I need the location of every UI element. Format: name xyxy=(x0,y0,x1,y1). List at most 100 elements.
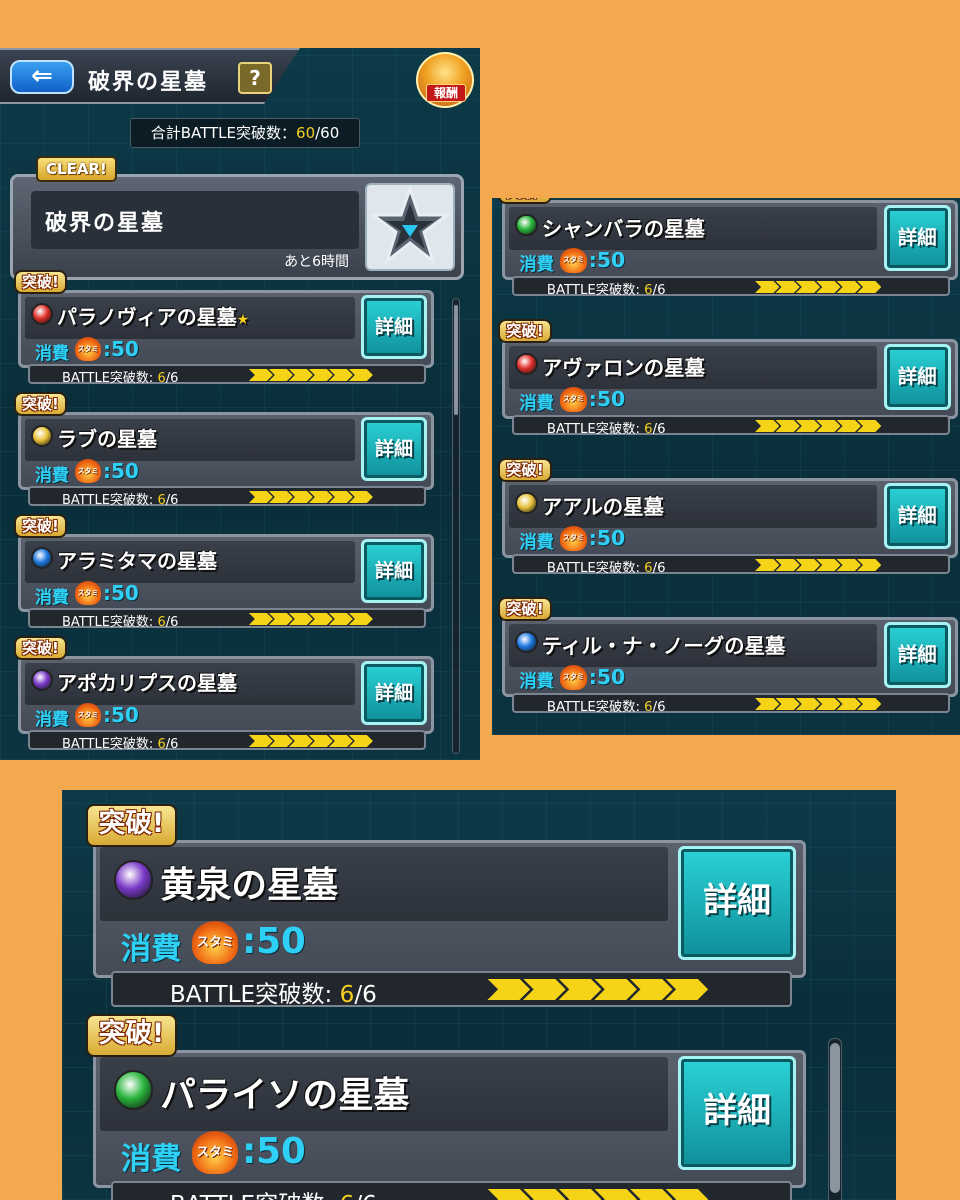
fire-element-icon xyxy=(31,303,53,325)
stage-card[interactable]: 突破! シャンバラの星墓 消費 スタミナ :50 詳細 BATTLE突破数: 6… xyxy=(498,198,958,298)
screenshot-panel-bottom: 突破! 黄泉の星墓 消費 スタミナ :50 詳細 BATTLE突破数: 6/6 … xyxy=(62,790,896,1200)
breakthrough-badge: 突破! xyxy=(498,198,552,205)
progress-arrows xyxy=(248,613,373,625)
progress-arrows xyxy=(487,1188,709,1200)
battle-count: BATTLE突破数: 6/6 xyxy=(547,557,666,576)
battle-count: BATTLE突破数: 6/6 xyxy=(547,418,666,437)
stamina-icon: スタミナ xyxy=(560,526,587,567)
detail-button[interactable]: 詳細 xyxy=(361,539,427,603)
stamina-icon: スタミナ xyxy=(75,337,101,377)
battle-count-done: 6 xyxy=(157,737,166,752)
wood-element-icon xyxy=(515,213,538,237)
fire-element-icon xyxy=(515,352,538,376)
progress-arrow xyxy=(248,369,273,381)
battle-count-label: BATTLE突破数: xyxy=(62,493,154,508)
battle-count-total: /6 xyxy=(165,493,179,508)
stage-name-text: ティル・ナ・ノーグの星墓 xyxy=(541,633,786,658)
battle-count: BATTLE突破数: 6/6 xyxy=(62,733,178,752)
time-remaining: あと6時間 xyxy=(284,254,349,270)
progress-arrows xyxy=(248,369,373,381)
scrollbar[interactable] xyxy=(452,298,460,754)
detail-button[interactable]: 詳細 xyxy=(883,483,951,549)
stage-card-body: シャンバラの星墓 消費 スタミナ :50 詳細 xyxy=(502,200,958,289)
progress-arrow xyxy=(522,1188,566,1200)
stage-card[interactable]: 突破! ラブの星墓 消費 スタミナ :50 詳細 BATTLE突破数: 6/6 xyxy=(14,392,434,508)
stage-name-text: パラノヴィアの星墓 xyxy=(57,305,237,329)
stamina-icon: スタミナ xyxy=(560,665,587,706)
battle-count: BATTLE突破数: 6/6 xyxy=(170,975,377,1009)
breakthrough-badge: 突破! xyxy=(14,514,67,538)
stamina-cost: :50 xyxy=(103,337,139,361)
battle-count-done: 6 xyxy=(157,493,166,508)
battle-count-label: BATTLE突破数: xyxy=(546,282,640,298)
battle-count: BATTLE突破数: 6/6 xyxy=(547,279,666,298)
stage-card[interactable]: 突破! パラノヴィアの星墓★ 消費 スタミナ :50 詳細 BATTLE突破数:… xyxy=(14,270,434,386)
stage-card[interactable]: 突破! ティル・ナ・ノーグの星墓 消費 スタミナ :50 詳細 BATTLE突破… xyxy=(498,597,958,715)
battle-progress-bar: BATTLE突破数: 6/6 xyxy=(28,608,426,630)
wood-element-icon xyxy=(113,1070,154,1110)
battle-count-done: 6 xyxy=(644,699,653,715)
detail-button[interactable]: 詳細 xyxy=(361,661,427,725)
stage-card-body: アアルの星墓 消費 スタミナ :50 詳細 xyxy=(502,478,958,567)
battle-count-label: BATTLE突破数: xyxy=(62,615,154,630)
progress-arrow xyxy=(754,280,780,294)
scrollbar-thumb[interactable] xyxy=(454,305,458,415)
detail-button[interactable]: 詳細 xyxy=(361,295,427,359)
stage-card-body: 黄泉の星墓 消費 スタミナ :50 詳細 xyxy=(93,839,806,992)
stage-name: アアルの星墓 xyxy=(542,490,664,520)
detail-button[interactable]: 詳細 xyxy=(883,344,951,410)
clear-badge: CLEAR! xyxy=(36,156,117,182)
progress-arrow xyxy=(487,978,531,1000)
stage-name-text: アヴァロンの星墓 xyxy=(541,355,705,380)
breakthrough-badge: 突破! xyxy=(14,270,67,294)
reward-button[interactable]: 報酬 xyxy=(416,52,474,108)
stage-card-body: ティル・ナ・ノーグの星墓 消費 スタミナ :50 詳細 xyxy=(502,617,958,706)
stage-card[interactable]: 突破! アアルの星墓 消費 スタミナ :50 詳細 BATTLE突破数: 6/6 xyxy=(498,458,958,576)
total-battle-count: 合計BATTLE突破数：60/60 xyxy=(130,118,360,148)
progress-arrow xyxy=(665,1188,709,1200)
total-label: 合計BATTLE突破数： xyxy=(150,124,297,142)
back-button[interactable]: ⇐ xyxy=(10,60,74,94)
cleared-stage-card[interactable]: 破界の星墓 あと6時間 xyxy=(10,174,464,280)
stage-name-text: アアルの星墓 xyxy=(541,494,664,519)
breakthrough-badge: 突破! xyxy=(498,597,552,622)
stage-card[interactable]: 突破! パライソの星墓 消費 スタミナ :50 詳細 BATTLE突破数: 6/… xyxy=(86,1014,806,1200)
screenshot-panel-left: ⇐ 破界の星墓 ? 報酬 合計BATTLE突破数：60/60 破界の星墓 あと6… xyxy=(0,48,480,760)
header-bar: ⇐ 破界の星墓 ? xyxy=(0,48,300,104)
battle-count-done: 6 xyxy=(644,421,653,437)
stage-card[interactable]: 突破! アポカリプスの星墓 消費 スタミナ :50 詳細 BATTLE突破数: … xyxy=(14,636,434,752)
stage-name: アラミタマの星墓 xyxy=(57,545,217,574)
scrollbar-thumb[interactable] xyxy=(830,1043,840,1193)
progress-arrows xyxy=(487,978,709,1000)
stage-name: ティル・ナ・ノーグの星墓 xyxy=(542,629,785,659)
progress-arrow xyxy=(248,491,273,503)
battle-count-label: BATTLE突破数: xyxy=(546,560,640,576)
battle-count-label: BATTLE突破数: xyxy=(62,371,154,386)
battle-progress-bar: BATTLE突破数: 6/6 xyxy=(28,730,426,752)
detail-button[interactable]: 詳細 xyxy=(361,417,427,481)
stage-card[interactable]: 突破! アラミタマの星墓 消費 スタミナ :50 詳細 BATTLE突破数: 6… xyxy=(14,514,434,630)
progress-arrow xyxy=(754,419,780,433)
progress-arrow xyxy=(558,1188,602,1200)
scrollbar[interactable] xyxy=(828,1038,842,1200)
battle-count-done: 6 xyxy=(339,982,355,1009)
battle-count-done: 6 xyxy=(644,560,653,576)
stage-card-body: ラブの星墓 消費 スタミナ :50 詳細 xyxy=(18,412,434,499)
detail-button[interactable]: 詳細 xyxy=(678,1056,796,1171)
stage-card[interactable]: 突破! アヴァロンの星墓 消費 スタミナ :50 詳細 BATTLE突破数: 6… xyxy=(498,319,958,437)
stage-card[interactable]: 突破! 黄泉の星墓 消費 スタミナ :50 詳細 BATTLE突破数: 6/6 xyxy=(86,804,806,1008)
cost-label: 消費 xyxy=(519,672,554,693)
detail-button[interactable]: 詳細 xyxy=(678,846,796,961)
progress-arrow xyxy=(487,1188,531,1200)
progress-arrow xyxy=(754,558,780,572)
stage-card-body: アラミタマの星墓 消費 スタミナ :50 詳細 xyxy=(18,534,434,621)
battle-count-total: /6 xyxy=(354,1192,377,1200)
battle-progress-bar: BATTLE突破数: 6/6 xyxy=(512,275,950,298)
help-button[interactable]: ? xyxy=(238,62,272,94)
cost-label: 消費 xyxy=(121,1142,182,1178)
light-element-icon xyxy=(31,425,53,447)
detail-button[interactable]: 詳細 xyxy=(883,622,951,688)
stage-name-text: 黄泉の星墓 xyxy=(160,864,339,906)
detail-button[interactable]: 詳細 xyxy=(883,205,951,271)
battle-count-label: BATTLE突破数: xyxy=(546,421,640,437)
